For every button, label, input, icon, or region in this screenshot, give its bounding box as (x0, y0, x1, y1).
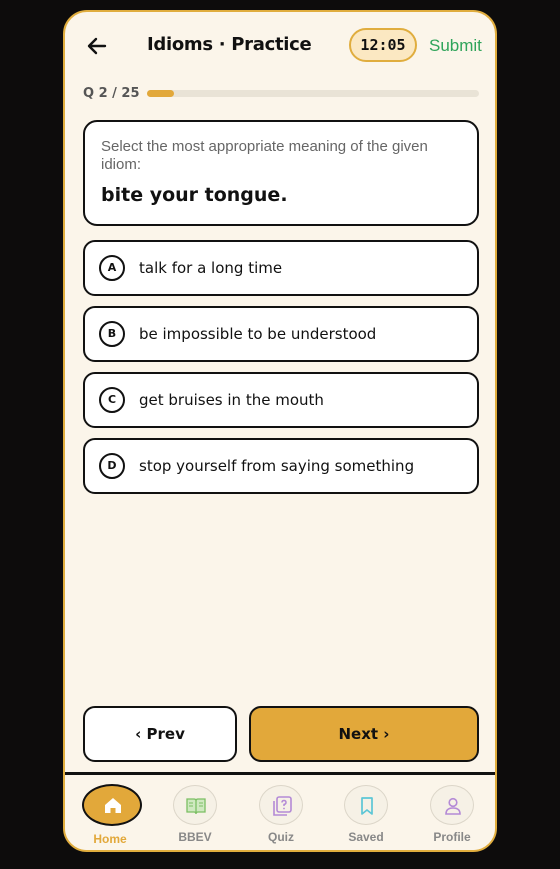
tab-icon-circle (344, 785, 388, 825)
question-card: Select the most appropriate meaning of t… (83, 120, 479, 226)
tab-saved[interactable]: Saved (326, 785, 406, 850)
option-letter: A (99, 255, 125, 281)
tab-icon-circle (82, 784, 142, 826)
progress-fill (147, 90, 174, 97)
question-counter: Q 2 / 25 (83, 86, 140, 101)
user-icon (445, 797, 461, 815)
option-letter: D (99, 453, 125, 479)
tab-label: Home (93, 832, 127, 846)
bookmark-icon (361, 797, 373, 815)
book-icon (186, 798, 206, 815)
question-idiom: bite your tongue. (101, 184, 288, 206)
prev-button[interactable]: ‹ Prev (83, 706, 237, 762)
tab-bbev[interactable]: BBEV (155, 785, 235, 850)
tab-label: BBEV (178, 830, 212, 844)
option-letter: C (99, 387, 125, 413)
tab-icon-circle (173, 785, 217, 825)
option-b[interactable]: B be impossible to be understood (83, 306, 479, 362)
option-text: get bruises in the mouth (139, 391, 324, 409)
option-letter: B (99, 321, 125, 347)
home-icon (105, 798, 121, 813)
tab-label: Quiz (268, 830, 294, 844)
quiz-icon (273, 796, 292, 816)
option-a[interactable]: A talk for a long time (83, 240, 479, 296)
page-title: Idioms · Practice (147, 34, 312, 55)
tab-quiz[interactable]: Quiz (241, 785, 321, 850)
tab-label: Profile (433, 830, 471, 844)
timer-badge: 12:05 (349, 28, 417, 62)
bottom-tab-bar: Home BBEV Quiz Saved Profile (65, 772, 495, 850)
option-text: be impossible to be understood (139, 325, 377, 343)
option-c[interactable]: C get bruises in the mouth (83, 372, 479, 428)
phone-frame: Idioms · Practice 12:05 Submit Q 2 / 25 … (63, 10, 497, 852)
options-list: A talk for a long time B be impossible t… (83, 240, 479, 504)
next-button[interactable]: Next › (249, 706, 479, 762)
header: Idioms · Practice 12:05 Submit (65, 12, 495, 82)
back-button[interactable] (83, 32, 111, 60)
tab-profile[interactable]: Profile (412, 785, 492, 850)
tab-icon-circle (259, 785, 303, 825)
tab-icon-circle (430, 785, 474, 825)
arrow-left-icon (87, 37, 107, 55)
progress-track (147, 90, 479, 97)
option-text: stop yourself from saying something (139, 457, 415, 475)
tab-home[interactable]: Home (70, 784, 150, 850)
question-prompt: Select the most appropriate meaning of t… (101, 138, 428, 173)
tab-label: Saved (348, 830, 384, 844)
option-text: talk for a long time (139, 259, 283, 277)
submit-button[interactable]: Submit (429, 36, 482, 56)
option-d[interactable]: D stop yourself from saying something (83, 438, 479, 494)
